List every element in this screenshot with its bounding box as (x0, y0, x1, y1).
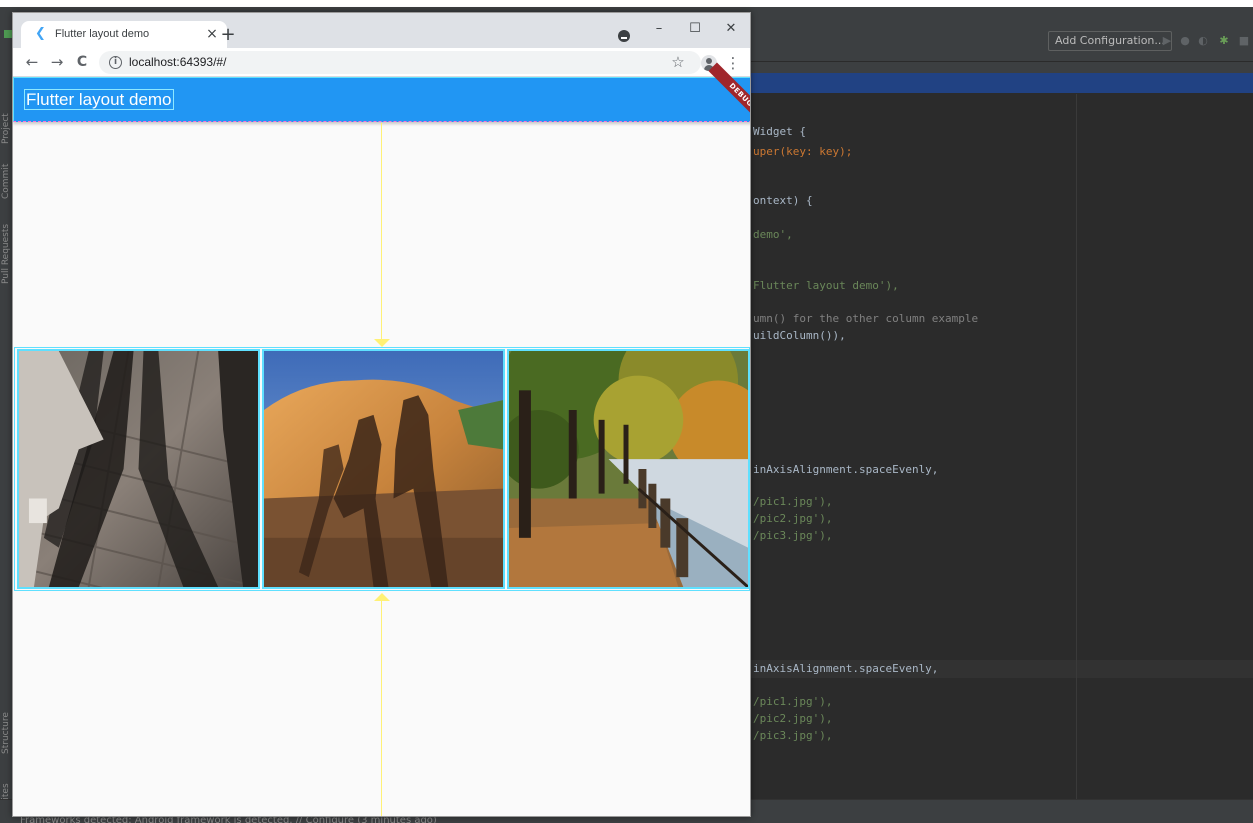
code-line: ontext) { (753, 194, 813, 207)
layout-arrow-up-icon (374, 593, 390, 601)
browser-tab[interactable]: ❮ Flutter layout demo × (21, 21, 227, 48)
browser-window: ❮ Flutter layout demo × + – ☐ ✕ ← → C i … (12, 12, 751, 817)
photo-icon (509, 351, 748, 587)
bookmark-star-icon[interactable]: ☆ (668, 52, 688, 72)
new-tab-button[interactable]: + (217, 24, 239, 46)
code-line: inAxisAlignment.spaceEvenly, (753, 662, 939, 675)
stop-icon[interactable]: ■ (1238, 34, 1250, 48)
code-line: uildColumn()), (753, 329, 846, 342)
code-line: /pic2.jpg'), (753, 512, 833, 525)
layout-guide-top (381, 123, 382, 341)
code-line: inAxisAlignment.spaceEvenly, (753, 463, 939, 476)
forward-button[interactable]: → (46, 51, 68, 73)
image-row (14, 347, 750, 591)
profile-indicator-icon[interactable] (618, 30, 630, 42)
image-pic1 (17, 349, 260, 589)
tab-strip: ❮ Flutter layout demo × + – ☐ ✕ (13, 13, 750, 48)
code-line: /pic2.jpg'), (753, 712, 833, 725)
minimize-button[interactable]: – (641, 17, 677, 41)
photo-icon (19, 351, 258, 587)
ide-code-editor[interactable]: Widget { uper(key: key); ontext) { demo'… (750, 94, 1076, 799)
image-pic2 (262, 349, 505, 589)
app-bar-title: Flutter layout demo (24, 89, 174, 110)
reload-button[interactable]: C (71, 51, 93, 73)
code-line: Flutter layout demo'), (753, 279, 899, 292)
run-icon[interactable]: ▶ (1161, 34, 1173, 48)
code-line: Widget { (753, 125, 806, 138)
site-info-icon[interactable]: i (109, 56, 122, 69)
browser-menu-icon[interactable]: ⋮ (725, 52, 741, 74)
add-configuration-button[interactable]: Add Configuration... (1048, 31, 1172, 51)
url-text: localhost:64393/#/ (129, 55, 227, 69)
flutter-app-viewport: Flutter layout demo DEBUG (13, 62, 750, 816)
code-line: /pic3.jpg'), (753, 529, 833, 542)
ide-project-icon (4, 30, 12, 38)
maximize-button[interactable]: ☐ (677, 17, 713, 41)
profile-icon[interactable]: ✱ (1218, 34, 1230, 48)
code-line: uper(key: key); (753, 145, 853, 158)
image-pic3 (507, 349, 750, 589)
code-line: /pic1.jpg'), (753, 495, 833, 508)
code-line: demo', (753, 228, 793, 241)
screen: Add Configuration... ▶ ● ◐ ✱ ■ Project C… (0, 0, 1253, 823)
code-line: /pic1.jpg'), (753, 695, 833, 708)
app-bar: Flutter layout demo (13, 77, 750, 122)
ide-active-tab[interactable] (750, 73, 1253, 93)
ide-right-margin-guide (1076, 94, 1077, 799)
back-button[interactable]: ← (21, 51, 43, 73)
photo-icon (264, 351, 503, 587)
browser-toolbar: ← → C i localhost:64393/#/ ☆ ⋮ (13, 48, 750, 77)
debug-icon[interactable]: ● (1179, 34, 1191, 48)
tab-title: Flutter layout demo (55, 28, 150, 40)
coverage-icon[interactable]: ◐ (1197, 34, 1209, 48)
code-line: umn() for the other column example (753, 312, 979, 325)
layout-arrow-down-icon (374, 339, 390, 347)
code-line: /pic3.jpg'), (753, 729, 833, 742)
layout-guide-bottom (381, 601, 382, 816)
flutter-favicon-icon: ❮ (35, 26, 46, 41)
address-bar[interactable]: i localhost:64393/#/ ☆ (99, 51, 701, 74)
close-window-button[interactable]: ✕ (713, 17, 749, 41)
